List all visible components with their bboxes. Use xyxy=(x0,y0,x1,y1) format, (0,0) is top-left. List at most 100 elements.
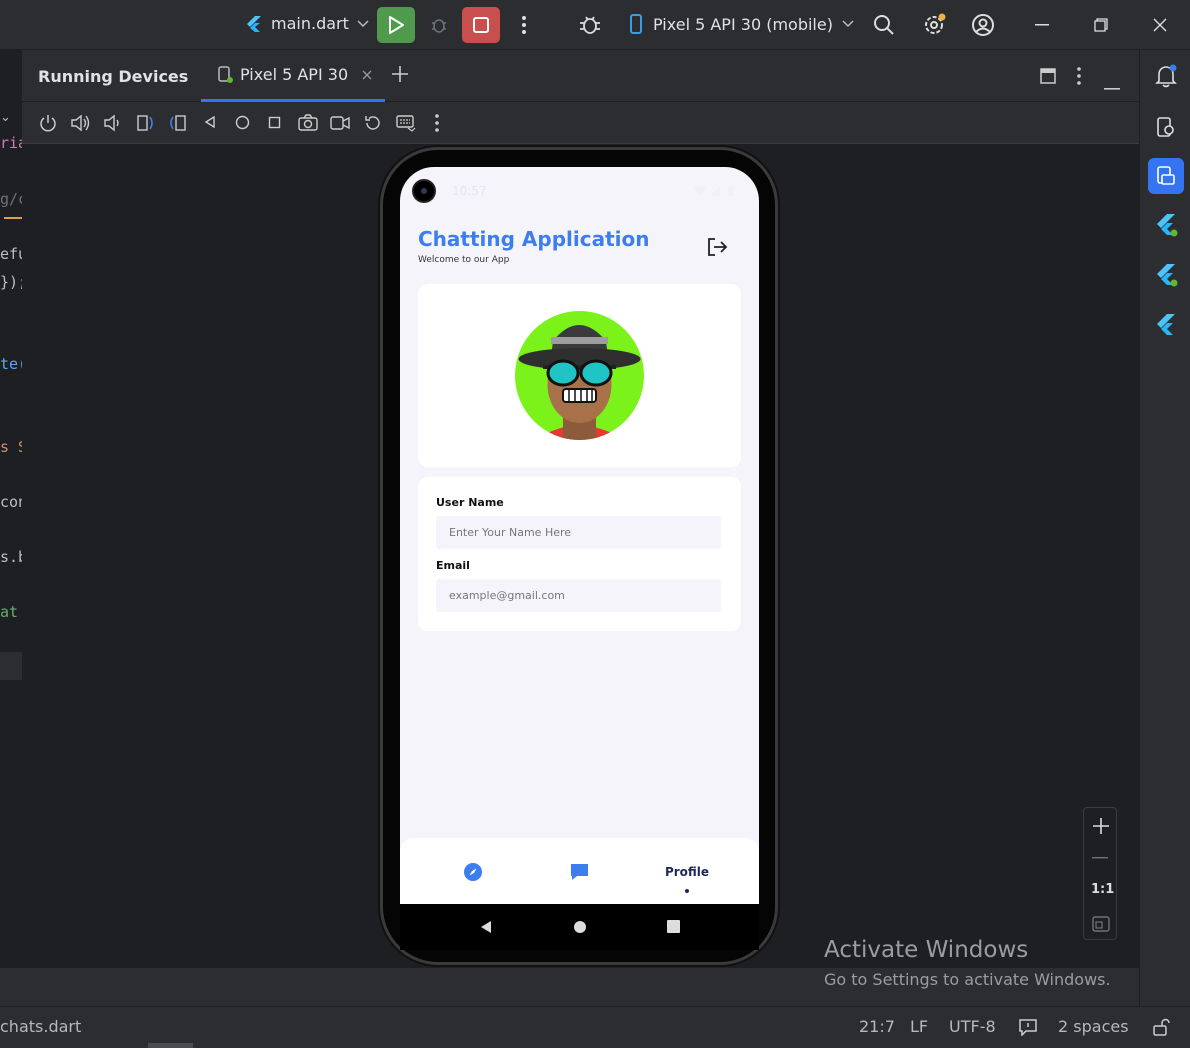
stop-icon xyxy=(473,17,489,33)
code-line: ria xyxy=(0,134,22,152)
search-icon[interactable] xyxy=(872,13,896,37)
panel-more-icon[interactable] xyxy=(1077,67,1081,89)
compass-icon xyxy=(463,863,482,881)
code-line: s S xyxy=(0,438,22,456)
fold-chevron-icon[interactable]: ⌄ xyxy=(0,110,22,128)
window-layout-icon[interactable] xyxy=(1040,68,1056,88)
rotate-right-icon[interactable] xyxy=(168,113,188,133)
zoom-in-icon[interactable] xyxy=(1092,817,1110,835)
zoom-fit-icon[interactable] xyxy=(1092,916,1110,932)
chevron-down-icon xyxy=(842,20,854,28)
play-icon xyxy=(389,16,404,34)
running-devices-icon xyxy=(1157,166,1175,185)
notifications-bell-icon[interactable] xyxy=(1155,64,1177,88)
account-icon[interactable] xyxy=(970,12,996,38)
wifi-signal-battery-icon xyxy=(694,186,734,196)
front-camera xyxy=(412,179,436,203)
status-bar: chats.dart 21:7 LF UTF-8 2 spaces xyxy=(0,1006,1190,1048)
status-line-ending[interactable]: LF xyxy=(910,1017,928,1036)
android-home-icon[interactable] xyxy=(573,920,587,934)
more-actions-icon[interactable] xyxy=(514,13,534,37)
warning-underline xyxy=(4,217,22,219)
status-indent[interactable]: 2 spaces xyxy=(1058,1017,1129,1036)
code-line: con xyxy=(0,493,22,511)
run-button[interactable] xyxy=(377,7,415,43)
lock-icon[interactable] xyxy=(1152,1018,1170,1036)
screenshot-camera-icon[interactable] xyxy=(298,114,318,132)
windows-activation-title: Activate Windows xyxy=(824,937,1029,963)
comment-icon[interactable] xyxy=(1019,1018,1037,1036)
back-triangle-icon[interactable] xyxy=(203,115,217,129)
device-frame: 10:57 Chatting Application Welcome to ou… xyxy=(380,147,778,965)
right-tool-strip xyxy=(1139,50,1190,1006)
hide-panel-icon[interactable] xyxy=(1104,75,1120,94)
flutter-outline-icon[interactable] xyxy=(1154,313,1178,337)
overview-square-icon[interactable] xyxy=(268,116,281,129)
flutter-performance-icon[interactable] xyxy=(1154,263,1178,287)
profile-form-card: User Name Email xyxy=(418,477,741,631)
rotate-left-icon[interactable] xyxy=(135,113,155,133)
status-file-breadcrumb[interactable]: chats.dart xyxy=(0,1017,81,1036)
caret-row-highlight xyxy=(0,652,22,680)
home-circle-icon[interactable] xyxy=(235,115,250,130)
volume-up-icon[interactable] xyxy=(70,114,90,132)
zoom-out-icon[interactable] xyxy=(1092,857,1110,859)
chat-bubble-icon xyxy=(571,864,588,880)
debug-icon[interactable] xyxy=(428,14,450,36)
power-icon[interactable] xyxy=(39,114,57,132)
windows-activation-hint: Go to Settings to activate Windows. xyxy=(824,970,1111,989)
close-tab-icon[interactable] xyxy=(362,70,372,80)
android-recents-icon[interactable] xyxy=(667,920,680,933)
nav-profile-label: Profile xyxy=(664,865,710,879)
ide-window: main.dart Pixel 5 API 30 (mobile) ⌄ ri g… xyxy=(0,0,1190,1048)
code-line: at xyxy=(0,603,19,621)
device-tab-icon xyxy=(218,65,233,83)
volume-down-icon[interactable] xyxy=(103,114,121,132)
tab-pixel-5[interactable]: Pixel 5 API 30 xyxy=(218,65,372,84)
logout-icon[interactable] xyxy=(706,237,730,259)
keyboard-icon[interactable] xyxy=(396,114,416,132)
bottom-navigation: Profile xyxy=(400,838,759,904)
nav-chats[interactable] xyxy=(567,852,592,892)
editor-peek: ⌄ ria g/c efu }); te( s S con s.b at xyxy=(0,50,22,967)
code-line: s.b xyxy=(0,548,22,566)
file-selector[interactable]: main.dart xyxy=(245,14,369,33)
minimize-window-icon[interactable] xyxy=(1031,14,1053,36)
settings-gear-icon[interactable] xyxy=(921,12,947,38)
restore-window-icon[interactable] xyxy=(1090,14,1112,36)
nav-profile[interactable]: Profile xyxy=(658,852,716,892)
device-toolbar xyxy=(22,102,1139,144)
reset-history-icon[interactable] xyxy=(364,114,382,132)
close-window-icon[interactable] xyxy=(1149,14,1171,36)
status-encoding[interactable]: UTF-8 xyxy=(949,1017,996,1036)
add-tab-icon[interactable] xyxy=(391,65,411,85)
running-devices-tool-button[interactable] xyxy=(1148,158,1184,194)
status-caret-position[interactable]: 21:7 xyxy=(859,1017,895,1036)
nav-explore[interactable] xyxy=(460,852,485,892)
bug-icon[interactable] xyxy=(577,12,603,38)
status-bar-time: 10:57 xyxy=(452,184,487,198)
screen-record-icon[interactable] xyxy=(330,115,350,131)
zoom-controls: 1:1 xyxy=(1083,807,1117,940)
device-screen[interactable]: 10:57 Chatting Application Welcome to ou… xyxy=(400,167,759,904)
code-line: efu xyxy=(0,245,22,263)
zoom-actual-size[interactable]: 1:1 xyxy=(1091,882,1114,897)
horizontal-scrollbar-thumb[interactable] xyxy=(148,1043,193,1048)
username-input[interactable] xyxy=(436,516,721,549)
code-line: te( xyxy=(0,355,22,373)
app-subtitle: Welcome to our App xyxy=(418,255,510,265)
device-selector[interactable]: Pixel 5 API 30 (mobile) xyxy=(630,14,854,34)
email-input[interactable] xyxy=(436,579,721,612)
username-label: User Name xyxy=(436,496,504,509)
phone-icon xyxy=(630,14,642,34)
flutter-inspector-icon[interactable] xyxy=(1154,213,1178,237)
android-back-icon[interactable] xyxy=(479,920,493,934)
file-selector-label: main.dart xyxy=(271,14,349,33)
device-manager-icon[interactable] xyxy=(1155,116,1177,138)
chevron-down-icon xyxy=(357,19,369,27)
toolbar-more-icon[interactable] xyxy=(435,114,439,132)
panel-title: Running Devices xyxy=(38,67,189,86)
stop-button[interactable] xyxy=(462,7,500,43)
profile-avatar[interactable] xyxy=(515,311,644,440)
app-title: Chatting Application xyxy=(418,227,650,251)
